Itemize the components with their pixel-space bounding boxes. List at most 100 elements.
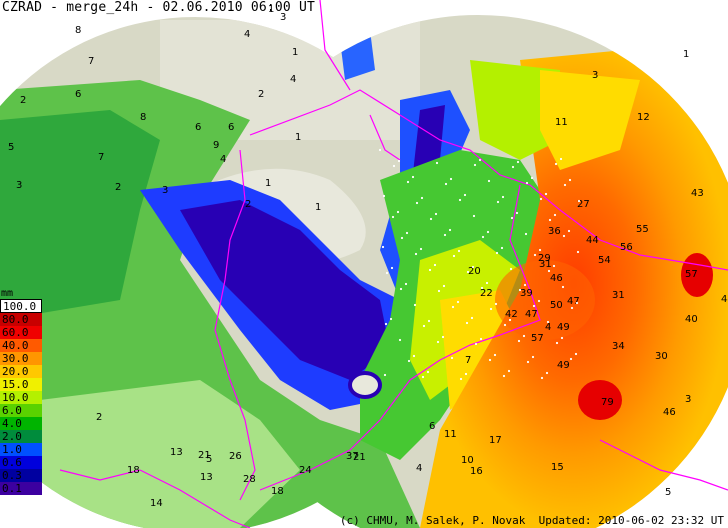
station-dot: [552, 264, 556, 268]
station-dot: [427, 319, 431, 323]
credit-line: (c) CHMU, M. Salek, P. Novak Updated: 20…: [339, 514, 724, 527]
legend: mm 100.0 80.0 60.0 40.0 30.0 20.0 15.0 10.0 6.0 4…: [0, 288, 42, 495]
station-dot: [466, 270, 470, 274]
station-dot: [450, 356, 454, 360]
station-dot: [525, 181, 529, 185]
station-dot: [503, 323, 507, 327]
station-value: 6: [429, 421, 435, 432]
legend-entry: 15.0: [0, 378, 42, 391]
station-value: 6: [195, 122, 201, 133]
station-dot: [456, 300, 460, 304]
legend-entry: 10.0: [0, 391, 42, 404]
station-dot: [443, 233, 447, 237]
station-dot: [559, 157, 563, 161]
map-title: CZRAD - merge_24h - 02.06.2010 06:00 UT: [2, 0, 316, 15]
station-dot: [561, 285, 565, 289]
station-dot: [415, 201, 419, 205]
station-value: 14: [150, 498, 163, 509]
station-value: 8: [140, 112, 146, 123]
station-value: 47: [525, 309, 538, 320]
station-value: 22: [480, 288, 493, 299]
station-dot: [532, 304, 536, 308]
station-dot: [496, 200, 500, 204]
precip-cell-south: [578, 380, 622, 420]
station-value: 1: [683, 49, 689, 60]
station-dot: [562, 234, 566, 238]
station-dot: [508, 318, 512, 322]
legend-entry: 0.3: [0, 469, 42, 482]
station-dot: [500, 246, 504, 250]
station-dot: [574, 352, 578, 356]
station-value: 50: [550, 300, 563, 311]
station-value: 18: [271, 486, 284, 497]
station-value: 13: [200, 472, 213, 483]
station-value: 44: [586, 235, 599, 246]
station-dot: [399, 287, 403, 291]
station-dot: [470, 316, 474, 320]
station-dot: [474, 342, 478, 346]
station-dot: [480, 286, 484, 290]
station-value: 5: [206, 454, 212, 465]
legend-entry: 100.0: [0, 299, 42, 313]
station-value: 7: [465, 355, 471, 366]
station-value: 4: [290, 74, 296, 85]
station-dot: [533, 253, 537, 257]
station-dot: [554, 162, 558, 166]
station-dot: [495, 251, 499, 255]
station-value: 12: [637, 112, 650, 123]
station-value: 7: [98, 152, 104, 163]
station-dot: [472, 214, 476, 218]
station-dot: [451, 305, 455, 309]
station-dot: [442, 284, 446, 288]
station-dot: [563, 183, 567, 187]
station-dot: [473, 163, 477, 167]
station-value: 40: [685, 314, 698, 325]
station-dot: [400, 236, 404, 240]
legend-entry: 2.0: [0, 430, 42, 443]
station-value: 4: [244, 29, 250, 40]
station-value: 4: [416, 463, 422, 474]
station-value: 55: [636, 224, 649, 235]
station-value: 20: [468, 266, 481, 277]
station-value: 2: [258, 89, 264, 100]
station-value: 47: [567, 296, 580, 307]
station-dot: [390, 266, 394, 270]
legend-entry: 20.0: [0, 365, 42, 378]
station-dot: [575, 301, 579, 305]
station-value: 43: [691, 188, 704, 199]
station-value: 42: [505, 309, 518, 320]
station-dot: [382, 194, 386, 198]
station-value: 2: [115, 182, 121, 193]
station-value: 46: [663, 407, 676, 418]
station-dot: [422, 324, 426, 328]
station-dot: [524, 232, 528, 236]
station-dot: [407, 359, 411, 363]
station-dot: [437, 289, 441, 293]
station-dot: [479, 337, 483, 341]
station-value: 6: [228, 122, 234, 133]
station-dot: [449, 177, 453, 181]
station-value: 5: [8, 142, 14, 153]
station-dot: [420, 196, 424, 200]
station-dot: [530, 176, 534, 180]
station-value: 36: [548, 226, 561, 237]
station-value: 31: [612, 290, 625, 301]
station-value: 54: [598, 255, 611, 266]
station-dot: [441, 335, 445, 339]
station-value: 5: [665, 487, 671, 498]
station-value: 10: [461, 455, 474, 466]
station-value: 16: [470, 466, 483, 477]
station-dot: [488, 358, 492, 362]
station-dot: [385, 271, 389, 275]
station-value: 49: [557, 322, 570, 333]
station-dot: [485, 281, 489, 285]
station-value: 39: [520, 288, 533, 299]
station-dot: [487, 179, 491, 183]
station-dot: [507, 369, 511, 373]
station-dot: [478, 158, 482, 162]
station-value: 3: [162, 185, 168, 196]
station-value: 1: [265, 178, 271, 189]
station-value: 17: [489, 435, 502, 446]
station-dot: [448, 228, 452, 232]
station-value: 26: [229, 451, 242, 462]
